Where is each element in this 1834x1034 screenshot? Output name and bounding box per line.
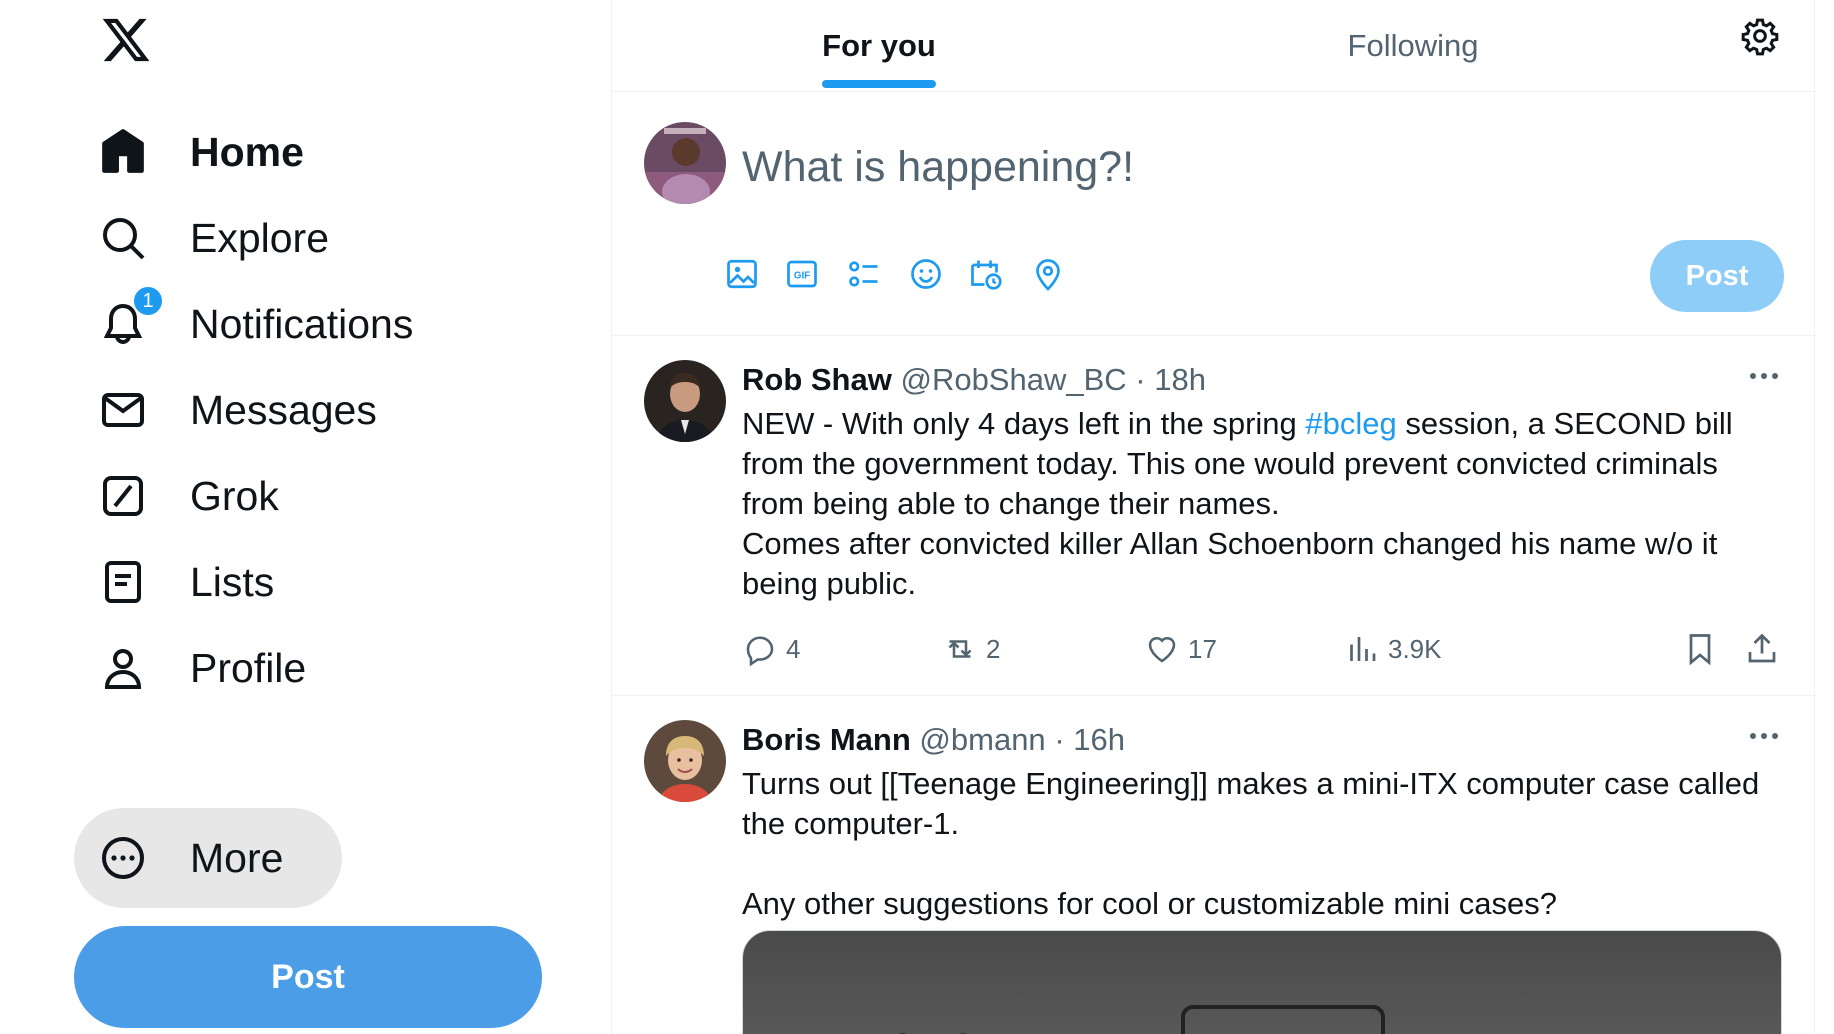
sidebar-item-explore[interactable]: Explore xyxy=(74,188,353,288)
sidebar-item-label: Messages xyxy=(190,386,377,433)
repost-icon xyxy=(948,640,972,658)
tweet-card[interactable]: Rob Shaw @RobShaw_BC · 18h NEW - With on… xyxy=(612,336,1816,696)
reply-icon xyxy=(746,636,774,667)
svg-text:GIF: GIF xyxy=(794,271,810,282)
tweet-timestamp[interactable]: · 18h xyxy=(1135,362,1206,397)
home-icon xyxy=(98,127,148,177)
tweet-text-part: Turns out [[Teenage Engineering]] makes … xyxy=(742,766,1760,841)
tweet-card[interactable]: Boris Mann @bmann · 16h Turns out [[Teen… xyxy=(612,696,1816,1034)
sidebar-item-grok[interactable]: Grok xyxy=(74,446,303,546)
tweet-actions: 4 2 17 3.9K xyxy=(742,624,1782,674)
sidebar-item-notifications[interactable]: 1 Notifications xyxy=(74,274,437,374)
more-circle-icon xyxy=(98,833,148,883)
compose-input[interactable] xyxy=(742,132,1642,202)
gif-icon[interactable]: GIF xyxy=(780,252,824,296)
author-name[interactable]: Rob Shaw xyxy=(742,362,892,397)
tweet-text-part: Comes after convicted killer Allan Schoe… xyxy=(742,526,1718,601)
person-icon xyxy=(98,643,148,693)
sidebar-item-more[interactable]: More xyxy=(74,808,342,908)
like-button[interactable]: 17 xyxy=(1144,624,1217,674)
bookmark-button[interactable] xyxy=(1682,624,1718,674)
tweet-header: Rob Shaw @RobShaw_BC · 18h xyxy=(742,362,1206,398)
sidebar-item-label: Profile xyxy=(190,644,307,691)
gear-icon[interactable] xyxy=(1740,16,1784,60)
timeline-tabs: For you Following xyxy=(612,0,1816,92)
avatar[interactable] xyxy=(644,720,726,802)
tab-following[interactable]: Following xyxy=(1146,0,1680,92)
like-count: 17 xyxy=(1188,633,1217,664)
sidebar-item-label: Explore xyxy=(190,214,330,261)
sidebar-item-label: More xyxy=(190,834,284,881)
list-icon xyxy=(98,557,148,607)
sidebar-item-lists[interactable]: Lists xyxy=(74,532,298,632)
tweet-media-image[interactable] xyxy=(742,930,1782,1034)
author-handle[interactable]: @bmann xyxy=(919,722,1045,757)
repost-button[interactable]: 2 xyxy=(942,624,1000,674)
emoji-icon[interactable] xyxy=(904,252,948,296)
bookmark-icon xyxy=(1689,634,1711,666)
tweet-text-part: Any other suggestions for cool or custom… xyxy=(742,886,1558,921)
analytics-icon xyxy=(1350,637,1376,661)
tweet-header: Boris Mann @bmann · 16h xyxy=(742,722,1125,758)
active-tab-indicator xyxy=(822,80,936,88)
sidebar-item-label: Home xyxy=(190,128,304,175)
avatar[interactable] xyxy=(644,122,726,204)
tweet-composer: GIF Post xyxy=(612,92,1816,336)
share-button[interactable] xyxy=(1744,624,1780,674)
mail-icon xyxy=(98,385,148,435)
x-logo-icon[interactable] xyxy=(98,14,154,66)
image-icon[interactable] xyxy=(720,252,764,296)
main-timeline: For you Following GI xyxy=(611,0,1816,1034)
sidebar-item-profile[interactable]: Profile xyxy=(74,618,330,718)
notification-badge: 1 xyxy=(132,285,164,317)
views-button[interactable]: 3.9K xyxy=(1344,624,1442,674)
reply-count: 4 xyxy=(786,633,801,664)
share-icon xyxy=(1748,633,1776,663)
tweet-timestamp[interactable]: · 16h xyxy=(1054,722,1125,757)
author-name[interactable]: Boris Mann xyxy=(742,722,911,757)
sidebar-item-home[interactable]: Home xyxy=(74,102,328,202)
schedule-icon[interactable] xyxy=(964,252,1008,296)
avatar[interactable] xyxy=(644,360,726,442)
heart-icon xyxy=(1148,636,1176,663)
author-handle[interactable]: @RobShaw_BC xyxy=(900,362,1126,397)
sidebar-post-button[interactable]: Post xyxy=(74,926,542,1028)
poll-icon[interactable] xyxy=(842,252,886,296)
hashtag-link[interactable]: #bcleg xyxy=(1305,406,1396,441)
tab-for-you[interactable]: For you xyxy=(612,0,1146,92)
reply-button[interactable]: 4 xyxy=(742,624,800,674)
sidebar-item-label: Notifications xyxy=(190,300,414,347)
bell-icon: 1 xyxy=(98,285,164,349)
more-options-icon[interactable] xyxy=(1744,366,1784,386)
sidebar-item-label: Grok xyxy=(190,472,279,519)
grok-icon xyxy=(98,471,148,521)
location-icon[interactable] xyxy=(1026,252,1070,296)
tweet-text: Turns out [[Teenage Engineering]] makes … xyxy=(742,764,1782,924)
more-options-icon[interactable] xyxy=(1744,726,1784,746)
sidebar-item-messages[interactable]: Messages xyxy=(74,360,401,460)
tweet-text-part: NEW - With only 4 days left in the sprin… xyxy=(742,406,1306,441)
view-count: 3.9K xyxy=(1388,633,1442,664)
search-icon xyxy=(98,213,148,263)
sidebar-item-label: Lists xyxy=(190,558,275,605)
repost-count: 2 xyxy=(986,633,1001,664)
compose-post-button[interactable]: Post xyxy=(1650,240,1784,312)
tweet-text: NEW - With only 4 days left in the sprin… xyxy=(742,404,1782,604)
sidebar-nav: Home Explore 1 Notifications Messages Gr… xyxy=(0,0,612,1034)
